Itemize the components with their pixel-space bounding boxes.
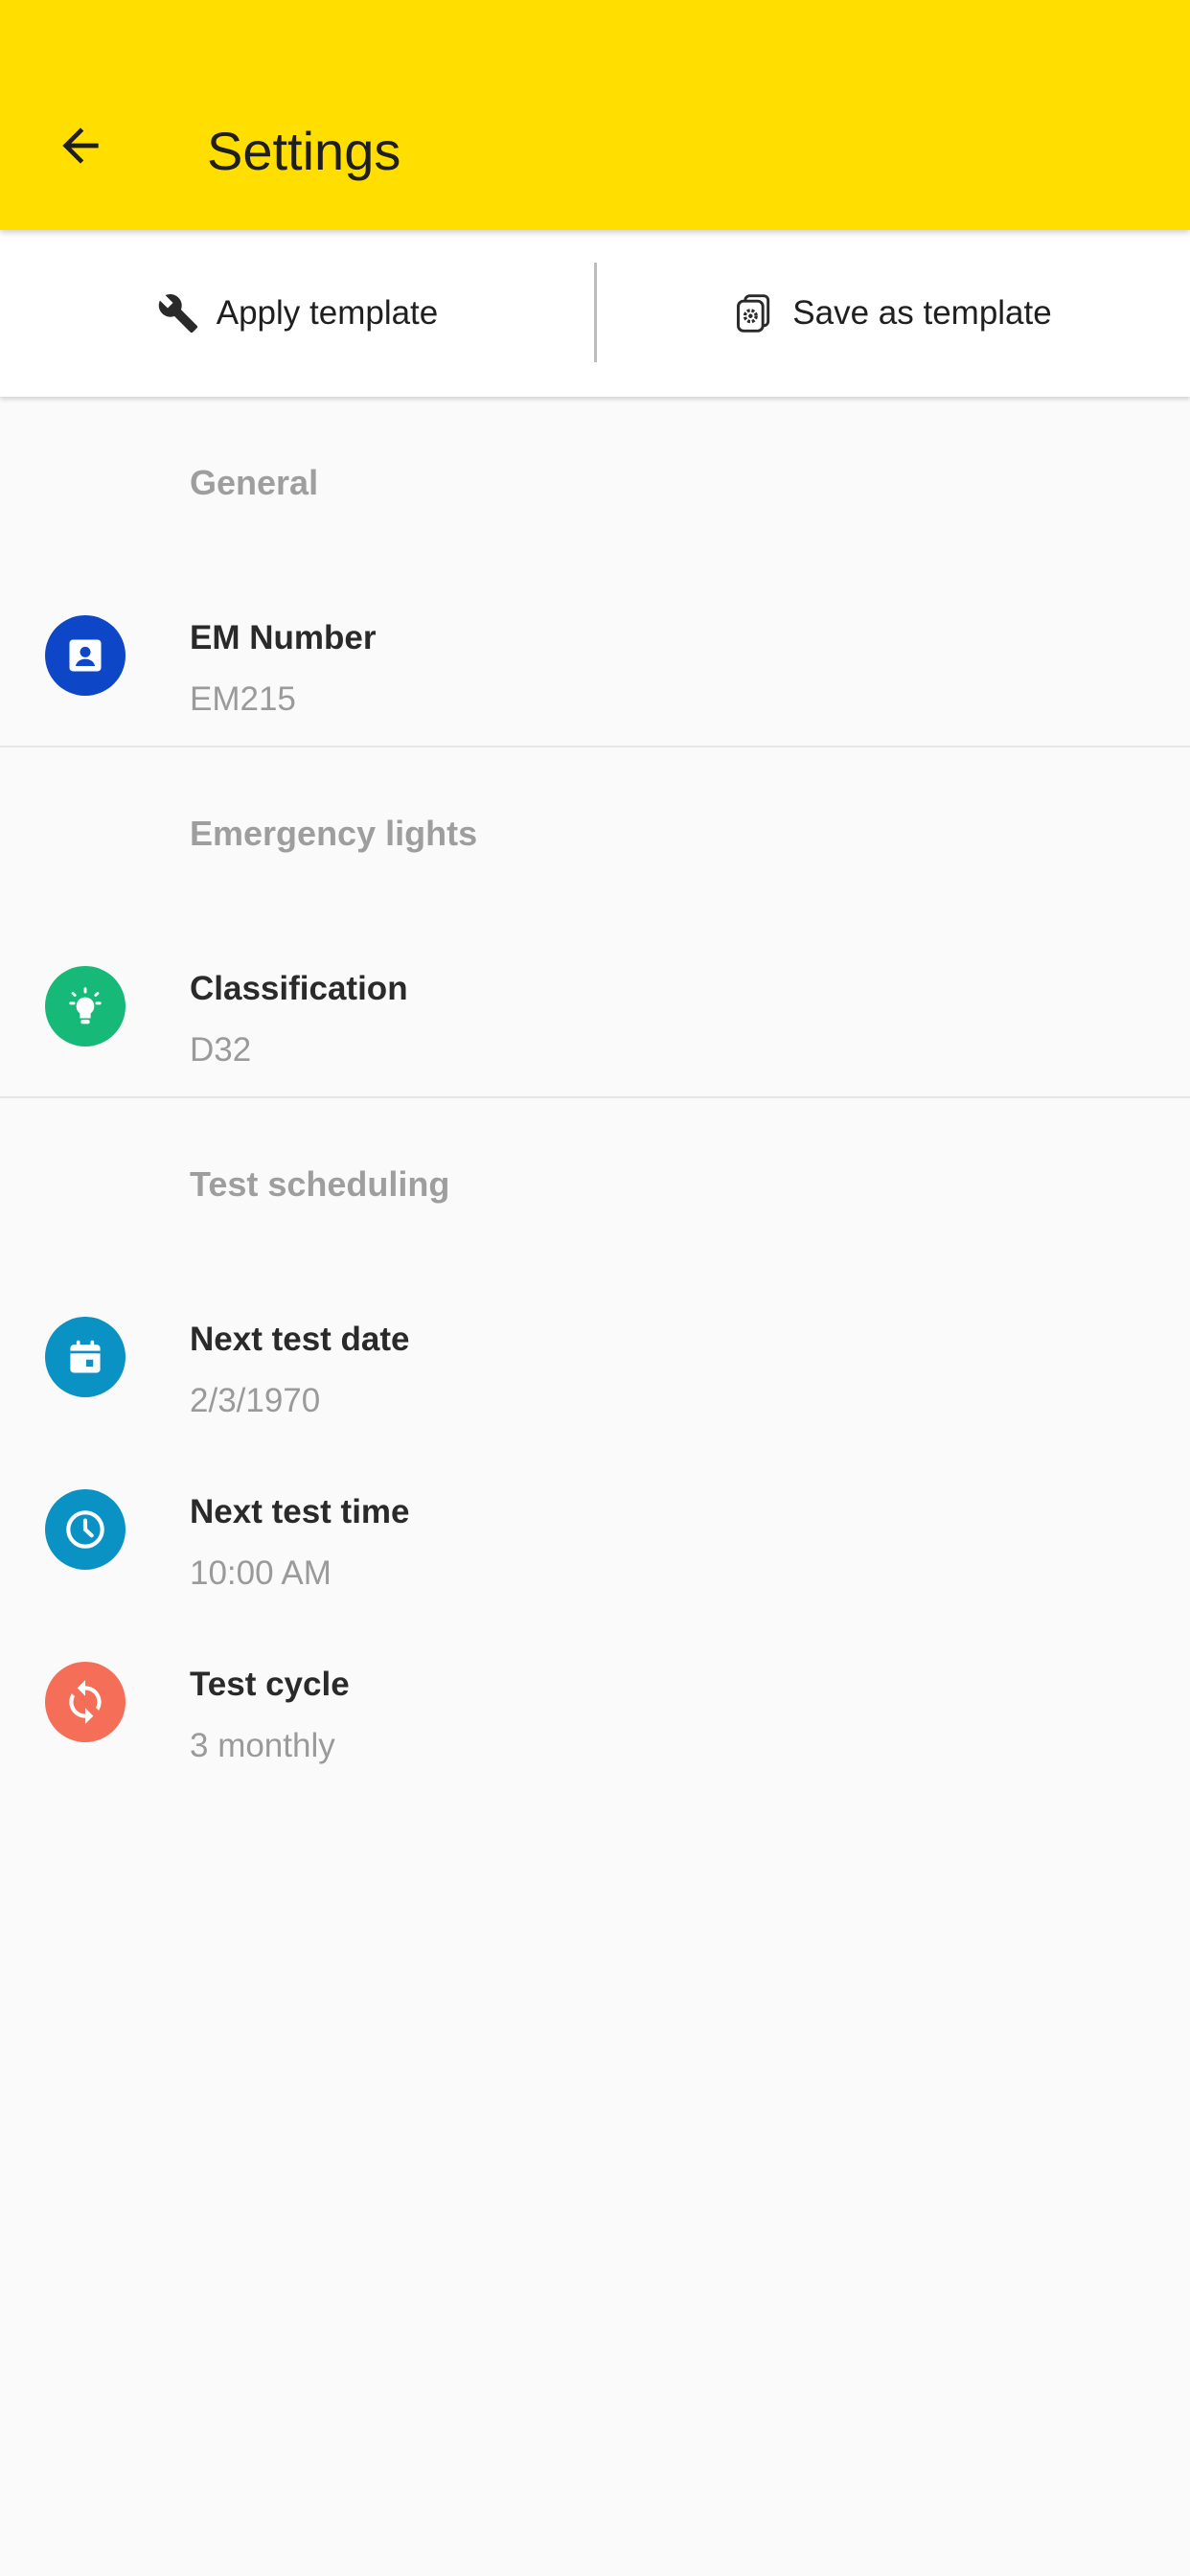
apply-template-button[interactable]: Apply template — [0, 230, 595, 397]
setting-value: 2/3/1970 — [190, 1382, 321, 1419]
setting-value: EM215 — [190, 680, 296, 718]
setting-next-test-time[interactable]: Next test time 10:00 AM — [0, 1443, 1190, 1616]
back-button[interactable] — [42, 107, 119, 184]
settings-copy-icon — [737, 294, 770, 333]
setting-title: Next test date — [190, 1321, 410, 1358]
clock-icon — [45, 1489, 126, 1570]
section-header-general: General — [190, 463, 319, 502]
setting-title: Test cycle — [190, 1666, 350, 1703]
settings-list: General EM Number EM215 Emergency lights — [0, 397, 1190, 1788]
save-as-template-label: Save as template — [792, 294, 1052, 332]
toolbar-divider — [594, 263, 597, 362]
setting-em-number[interactable]: EM Number EM215 — [0, 569, 1190, 742]
apply-template-label: Apply template — [216, 294, 439, 332]
calendar-icon — [45, 1317, 126, 1397]
app-bar: Settings — [0, 0, 1190, 230]
page-title: Settings — [207, 121, 401, 181]
sync-icon — [45, 1662, 126, 1742]
setting-test-cycle[interactable]: Test cycle 3 monthly — [0, 1616, 1190, 1788]
wrench-icon — [158, 294, 197, 334]
save-as-template-button[interactable]: Save as template — [595, 230, 1190, 397]
contact-card-icon — [45, 615, 126, 696]
arrow-left-icon — [62, 127, 99, 164]
setting-classification[interactable]: Classification D32 — [0, 920, 1190, 1092]
setting-next-test-date[interactable]: Next test date 2/3/1970 — [0, 1271, 1190, 1443]
lightbulb-icon — [45, 966, 126, 1046]
section-header-emergency-lights: Emergency lights — [190, 814, 478, 853]
setting-title: Classification — [190, 970, 408, 1007]
setting-title: Next test time — [190, 1493, 410, 1530]
section-header-test-scheduling: Test scheduling — [190, 1164, 450, 1204]
setting-value: D32 — [190, 1031, 252, 1069]
template-toolbar: Apply template Save as template — [0, 230, 1190, 397]
setting-title: EM Number — [190, 619, 377, 656]
setting-value: 10:00 AM — [190, 1554, 332, 1592]
setting-value: 3 monthly — [190, 1727, 335, 1764]
